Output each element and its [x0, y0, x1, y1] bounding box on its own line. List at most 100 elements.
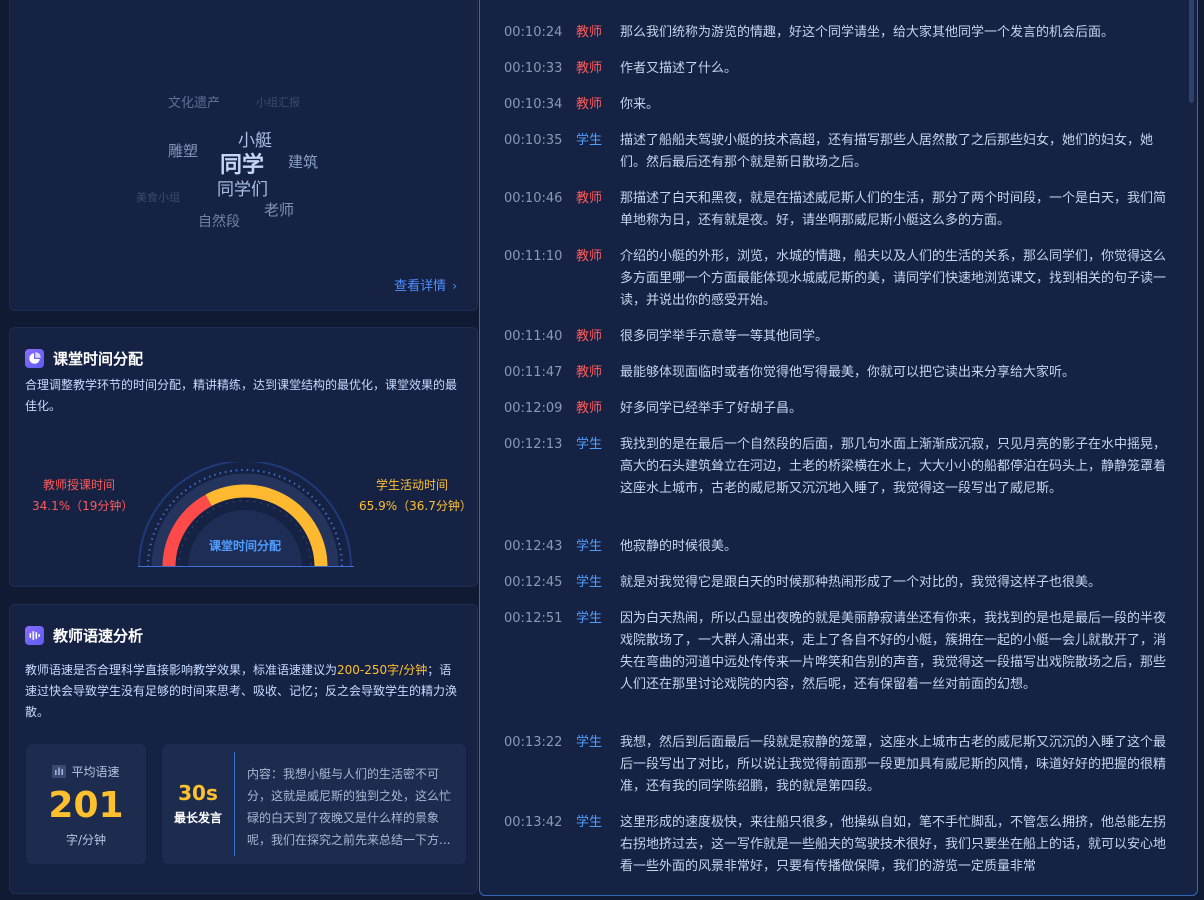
row-text: 我找到的是在最后一个自然段的后面，那几句水面上渐渐成沉寂，只见月亮的影子在水中摇…	[620, 437, 1167, 496]
transcript-row: 00:11:40 教师 很多同学举手示意等一等其他同学。	[504, 326, 1167, 348]
average-speed-value: 201	[48, 785, 124, 826]
transcript-row: 00:12:45 学生 就是对我觉得它是跟白天的时候那种热闹形成了一个对比的，我…	[504, 572, 1167, 594]
row-text: 这里形成的速度极快，来往船只很多，他操纵自如，笔不手忙脚乱，不管怎么拥挤，他总能…	[620, 815, 1167, 874]
cloud-word: 小组汇报	[256, 96, 300, 109]
transcript-row: 00:13:22 学生 我想，然后到后面最后一段就是寂静的笼罩，这座水上城市古老…	[504, 732, 1167, 798]
row-role: 学生	[576, 815, 603, 830]
row-text: 描述了船船夫驾驶小艇的技术高超，还有描写那些人居然散了之后那些妇女，她们的妇女，…	[620, 133, 1154, 170]
class-time-description: 合理调整教学环节的时间分配，精讲精练，达到课堂结构的最优化，课堂效果的最佳化。	[25, 378, 458, 413]
row-role: 教师	[576, 61, 603, 76]
average-speed-box: 平均语速 201 字/分钟	[26, 744, 146, 864]
cloud-word: 建筑	[288, 153, 319, 171]
longest-speech-duration: 30s	[178, 781, 218, 805]
teacher-time-label: 教师授课时间	[43, 478, 116, 492]
row-time: 00:12:13	[504, 437, 563, 452]
row-text: 介绍的小艇的外形，浏览，水城的情趣，船夫以及人们的生活的关系，那么同学们，你觉得…	[620, 249, 1167, 308]
row-time: 00:12:09	[504, 401, 563, 416]
gauge-center-label: 课堂时间分配	[208, 539, 281, 553]
row-text: 他寂静的时候很美。	[620, 539, 738, 554]
row-time: 00:12:43	[504, 539, 563, 554]
class-time-card: 课堂时间分配 合理调整教学环节的时间分配，精讲精练，达到课堂结构的最优化，课堂效…	[9, 327, 478, 587]
transcript-row: 00:12:43 学生 他寂静的时候很美。	[504, 536, 1167, 558]
row-time: 00:10:34	[504, 97, 563, 112]
row-role: 学生	[576, 735, 603, 750]
transcript-row: 00:12:51 学生 因为白天热闹，所以凸显出夜晚的就是美丽静寂请坐还有你来，…	[504, 608, 1167, 696]
row-text: 作者又描述了什么。	[620, 61, 738, 76]
average-speed-unit: 字/分钟	[65, 833, 107, 847]
class-time-header: 课堂时间分配	[25, 348, 143, 369]
speech-standard-range: 200-250字/分钟	[337, 663, 428, 677]
row-role: 教师	[576, 249, 603, 264]
chevron-right-icon: ›	[452, 279, 457, 293]
time-gauge	[136, 460, 354, 572]
longest-speech-box: 30s 最长发言 内容：我想小艇与人们的生活密不可分，这就是威尼斯的独到之处，这…	[162, 744, 466, 864]
transcript-row: 00:10:34 教师 你来。	[504, 94, 1167, 116]
gauge-baseline	[138, 566, 354, 567]
keyword-cloud-card: 文化遗产 小组汇报 小艇 雕塑 同学 建筑 美食小组 同学们 老师 自然段 查看…	[9, 0, 478, 311]
row-role: 学生	[576, 437, 603, 452]
pie-chart-icon	[25, 349, 44, 368]
student-time-label: 学生活动时间	[376, 478, 449, 492]
row-role: 教师	[576, 401, 603, 416]
page-root: 文化遗产 小组汇报 小艇 雕塑 同学 建筑 美食小组 同学们 老师 自然段 查看…	[0, 0, 1204, 900]
row-text: 那么我们统称为游览的情趣，好这个同学请坐，给大家其他同学一个发言的机会后面。	[620, 25, 1115, 40]
row-time: 00:10:24	[504, 25, 563, 40]
cloud-word: 雕塑	[168, 142, 199, 160]
teacher-time-value: 34.1%（19分钟）	[32, 499, 134, 513]
speech-speed-card: 教师语速分析 教师语速是否合理科学直接影响教学效果，标准语速建议为200-250…	[9, 604, 478, 894]
cloud-word: 美食小组	[136, 191, 180, 204]
transcript-row: 00:13:42 学生 这里形成的速度极快，来往船只很多，他操纵自如，笔不手忙脚…	[504, 812, 1167, 878]
transcript-row: 00:11:10 教师 介绍的小艇的外形，浏览，水城的情趣，船夫以及人们的生活的…	[504, 246, 1167, 312]
row-role: 学生	[576, 539, 603, 554]
transcript-row: 00:10:35 学生 描述了船船夫驾驶小艇的技术高超，还有描写那些人居然散了之…	[504, 130, 1167, 174]
row-text: 很多同学举手示意等一等其他同学。	[620, 329, 829, 344]
row-role: 学生	[576, 133, 603, 148]
transcript-scrollbar[interactable]	[1189, 0, 1194, 103]
class-time-title: 课堂时间分配	[53, 350, 144, 368]
row-text: 那描述了白天和黑夜，就是在描述威尼斯人们的生活，那分了两个时间段，一个是白天，我…	[620, 191, 1167, 228]
row-time: 00:11:47	[504, 365, 563, 380]
bar-chart-icon	[52, 765, 67, 781]
row-time: 00:10:46	[504, 191, 563, 206]
row-role: 教师	[576, 365, 603, 380]
speech-speed-description: 教师语速是否合理科学直接影响教学效果，标准语速建议为200-250字/分钟；语速…	[25, 660, 462, 723]
row-role: 教师	[576, 25, 603, 40]
transcript-row: 00:10:24 教师 那么我们统称为游览的情趣，好这个同学请坐，给大家其他同学…	[504, 22, 1167, 44]
row-time: 00:10:33	[504, 61, 563, 76]
row-text: 因为白天热闹，所以凸显出夜晚的就是美丽静寂请坐还有你来，我找到的是也是最后一段的…	[620, 611, 1167, 692]
transcript-row: 00:10:33 教师 作者又描述了什么。	[504, 58, 1167, 80]
row-text: 你来。	[620, 97, 660, 112]
row-time: 00:11:40	[504, 329, 563, 344]
row-role: 教师	[576, 191, 603, 206]
divider	[234, 752, 235, 856]
longest-speech-label: 最长发言	[173, 811, 222, 825]
average-speed-label-row: 平均语速	[26, 763, 146, 781]
transcript-row: 00:11:47 教师 最能够体现面临时或者你觉得他写得最美，你就可以把它读出来…	[504, 362, 1167, 384]
row-role: 学生	[576, 611, 603, 626]
transcript-row: 00:10:46 教师 那描述了白天和黑夜，就是在描述威尼斯人们的生活，那分了两…	[504, 188, 1167, 232]
view-details-link[interactable]: 查看详情 ›	[394, 275, 457, 294]
speech-desc-part: 教师语速是否合理科学直接影响教学效果，标准语速建议为	[25, 663, 338, 677]
transcript-panel[interactable]: 00:10:24 教师 那么我们统称为游览的情趣，好这个同学请坐，给大家其他同学…	[479, 0, 1198, 896]
row-text: 好多同学已经举手了好胡子昌。	[620, 401, 803, 416]
cloud-word: 文化遗产	[168, 96, 221, 111]
longest-speech-content: 内容：我想小艇与人们的生活密不可分，这就是威尼斯的独到之处，这么忙碌的白天到了夜…	[247, 767, 452, 847]
cloud-word: 老师	[264, 201, 295, 219]
view-details-label: 查看详情	[394, 279, 447, 294]
row-text: 最能够体现面临时或者你觉得他写得最美，你就可以把它读出来分享给大家听。	[620, 365, 1076, 380]
cloud-word: 同学们	[217, 180, 268, 200]
cloud-word: 自然段	[198, 214, 240, 230]
row-time: 00:11:10	[504, 249, 563, 264]
transcript-row: 00:12:09 教师 好多同学已经举手了好胡子昌。	[504, 398, 1167, 420]
row-time: 00:10:35	[504, 133, 563, 148]
row-time: 00:12:45	[504, 575, 563, 590]
row-time: 00:13:22	[504, 735, 563, 750]
student-time-value: 65.9%（36.7分钟）	[359, 499, 472, 513]
row-time: 00:13:42	[504, 815, 563, 830]
row-role: 教师	[576, 329, 603, 344]
row-text: 我想，然后到后面最后一段就是寂静的笼罩，这座水上城市古老的威尼斯又沉沉的入睡了这…	[620, 735, 1167, 794]
transcript-row: 00:12:13 学生 我找到的是在最后一个自然段的后面，那几句水面上渐渐成沉寂…	[504, 434, 1167, 500]
row-text: 就是对我觉得它是跟白天的时候那种热闹形成了一个对比的，我觉得这样子也很美。	[620, 575, 1102, 590]
speech-speed-title: 教师语速分析	[53, 627, 144, 645]
speech-speed-header: 教师语速分析	[25, 625, 143, 646]
